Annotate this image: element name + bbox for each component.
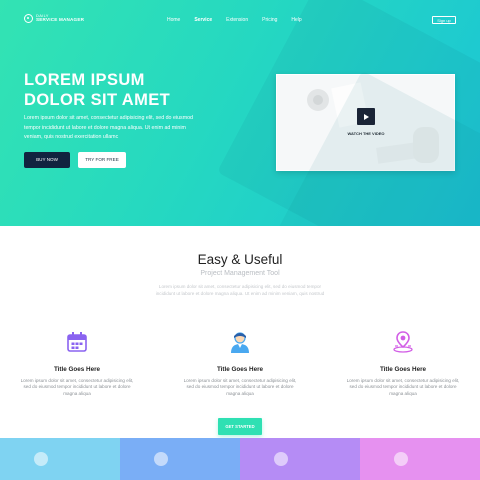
- section-subtitle: Project Management Tool: [200, 270, 280, 277]
- logo-icon: [24, 14, 33, 23]
- signup-button[interactable]: Sign up: [432, 16, 456, 24]
- calendar-icon: [65, 330, 89, 354]
- feature-title: Title Goes Here: [53, 366, 101, 373]
- pricing-strip-2: [120, 438, 240, 480]
- watch-video-label[interactable]: WATCH THE VIDEO: [342, 131, 390, 136]
- play-icon[interactable]: [357, 108, 375, 125]
- hero-description: Lorem ipsum dolor sit amet, consectetur …: [24, 115, 193, 141]
- feature-text: Lorem ipsum dolor sit amet, consectetur …: [346, 378, 460, 396]
- hero-title: LOREM IPSUM DOLOR SIT AMET: [24, 70, 254, 110]
- get-started-button[interactable]: GET STARTED: [218, 418, 262, 435]
- hero-title-line1: LOREM IPSUM: [24, 71, 145, 89]
- circle-icon: [34, 452, 48, 466]
- pricing-strip-1: [0, 438, 120, 480]
- main-nav: Home Service Extension Pricing Help: [167, 17, 316, 23]
- circle-icon: [274, 452, 288, 466]
- brand-name: SERVICE MANAGER: [36, 17, 85, 23]
- feature-card: Title Goes Here Lorem ipsum dolor sit am…: [343, 330, 463, 397]
- person-icon: [228, 330, 252, 354]
- section-description: Lorem ipsum dolor sit amet, consectetur …: [155, 284, 325, 297]
- video-mug-shape: [307, 89, 329, 111]
- feature-title: Title Goes Here: [216, 366, 264, 373]
- hero-section: DAILY SERVICE MANAGER Home Service Exten…: [0, 0, 480, 226]
- video-keyboard-shape: [376, 142, 418, 164]
- hero-title-line2: DOLOR SIT AMET: [24, 91, 171, 109]
- video-hand-shape: [413, 127, 439, 163]
- feature-text: Lorem ipsum dolor sit amet, consectetur …: [183, 378, 297, 396]
- nav-item-extension[interactable]: Extension: [226, 17, 248, 23]
- circle-icon: [394, 452, 408, 466]
- brand-logo[interactable]: DAILY SERVICE MANAGER: [24, 14, 84, 23]
- pricing-strip-3: [240, 438, 360, 480]
- nav-item-home[interactable]: Home: [167, 17, 180, 23]
- try-free-button[interactable]: TRY FOR FREE: [78, 152, 126, 168]
- circle-icon: [154, 452, 168, 466]
- nav-item-help[interactable]: Help: [291, 17, 301, 23]
- nav-item-service[interactable]: Service: [194, 17, 212, 23]
- nav-item-pricing[interactable]: Pricing: [262, 17, 277, 23]
- section-title: Easy & Useful: [197, 252, 283, 267]
- location-pin-icon: [391, 330, 415, 354]
- pricing-strip-4: [360, 438, 480, 480]
- buy-now-button[interactable]: BUY NOW: [24, 152, 70, 168]
- feature-card: Title Goes Here Lorem ipsum dolor sit am…: [17, 330, 137, 397]
- feature-title: Title Goes Here: [379, 366, 427, 373]
- feature-card: Title Goes Here Lorem ipsum dolor sit am…: [180, 330, 300, 397]
- feature-text: Lorem ipsum dolor sit amet, consectetur …: [20, 378, 134, 396]
